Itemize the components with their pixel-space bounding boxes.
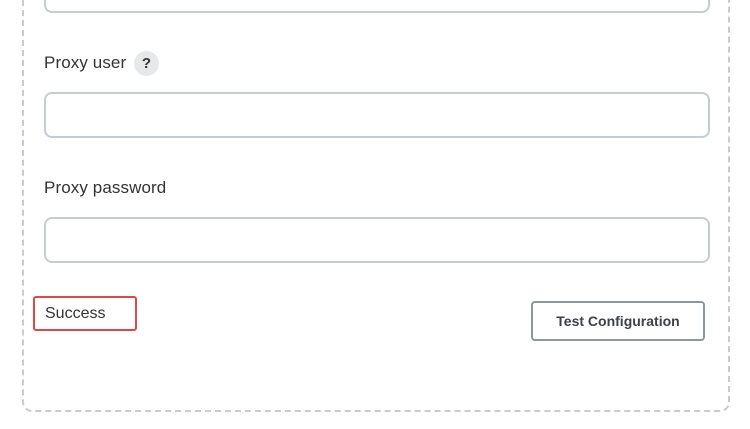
proxy-password-label: Proxy password — [44, 178, 167, 197]
configuration-panel — [22, 0, 730, 412]
proxy-user-input[interactable] — [44, 92, 710, 138]
status-message: Success — [33, 296, 137, 331]
question-icon[interactable]: ? — [134, 51, 159, 76]
proxy-password-input[interactable] — [44, 217, 710, 263]
test-configuration-button[interactable]: Test Configuration — [531, 301, 705, 341]
previous-field-input[interactable] — [44, 0, 710, 13]
proxy-user-label: Proxy user — [44, 53, 127, 72]
